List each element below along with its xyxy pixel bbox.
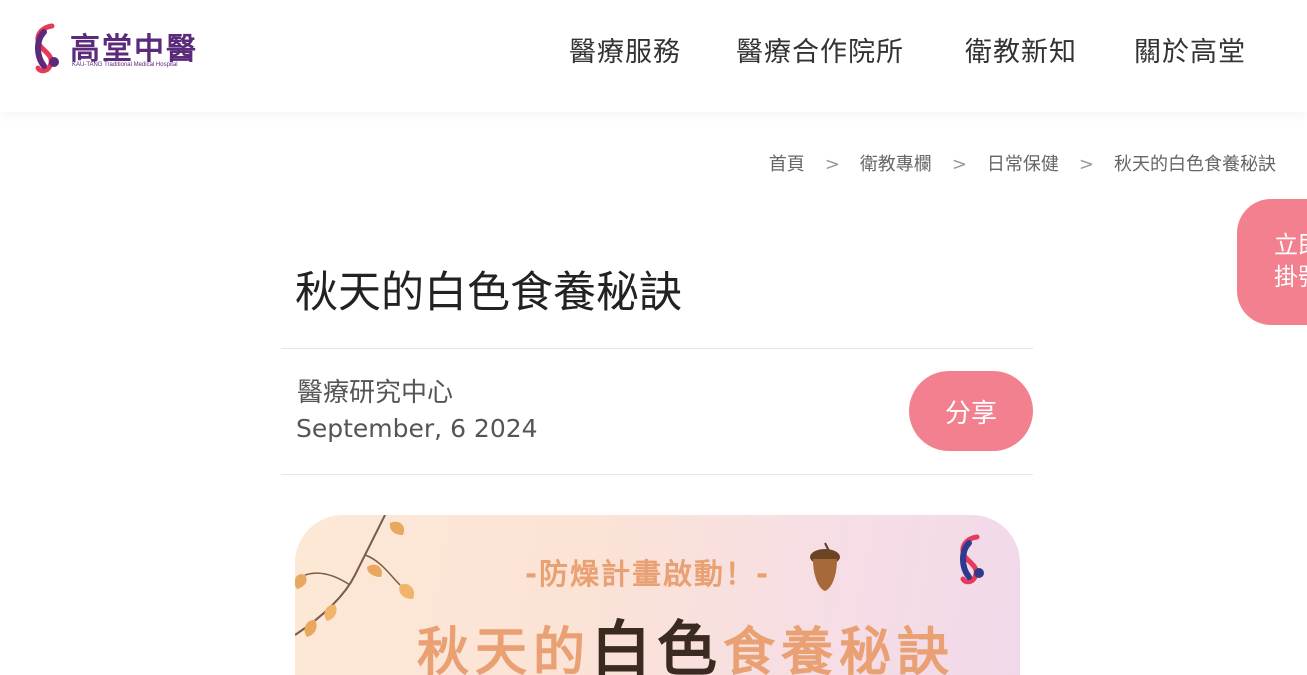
article-title: 秋天的白色食養秘訣 [295, 268, 682, 318]
article-author: 醫療研究中心 [297, 378, 454, 408]
breadcrumb-separator: > [951, 154, 967, 175]
breadcrumb: 首頁 > 衛教專欄 > 日常保健 > 秋天的白色食養秘訣 [769, 150, 1276, 176]
breadcrumb-separator: > [1078, 154, 1094, 175]
banner-headline-highlight: 白色 [591, 615, 724, 675]
acorn-icon [810, 542, 840, 591]
breadcrumb-separator: > [824, 154, 840, 175]
divider [281, 348, 1033, 349]
banner-headline-part: 食養秘訣 [723, 623, 956, 675]
banner-headline: 秋天的白色食養秘訣 [417, 601, 955, 675]
breadcrumb-current: 秋天的白色食養秘訣 [1114, 154, 1276, 175]
banner-headline-part: 秋天的 [417, 623, 592, 675]
nav-item-about[interactable]: 關於高堂 [1134, 30, 1246, 69]
breadcrumb-category[interactable]: 日常保健 [987, 154, 1059, 175]
article-banner-image: -防燥計畫啟動！- 秋天的白色食養秘訣 [295, 515, 1020, 675]
article-date: September, 6 2024 [296, 414, 538, 443]
main-nav: 醫療服務 醫療合作院所 衛教新知 關於高堂 [0, 30, 1307, 70]
book-appointment-button[interactable]: 立即掛號 [1237, 199, 1307, 325]
divider [281, 474, 1033, 475]
site-header: 高堂中醫 KAU-TANG Traditional Medical Hospit… [0, 0, 1307, 112]
breadcrumb-home[interactable]: 首頁 [769, 154, 805, 175]
nav-item-health-education[interactable]: 衛教新知 [965, 30, 1077, 69]
ginkgo-branch-icon [295, 515, 415, 637]
nav-item-partner-clinics[interactable]: 醫療合作院所 [736, 30, 904, 69]
nav-item-medical-services[interactable]: 醫療服務 [569, 30, 681, 69]
share-button[interactable]: 分享 [909, 371, 1033, 451]
banner-tagline: -防燥計畫啟動！- [525, 557, 771, 591]
breadcrumb-column[interactable]: 衛教專欄 [860, 154, 932, 175]
brand-logo-icon [960, 534, 984, 585]
